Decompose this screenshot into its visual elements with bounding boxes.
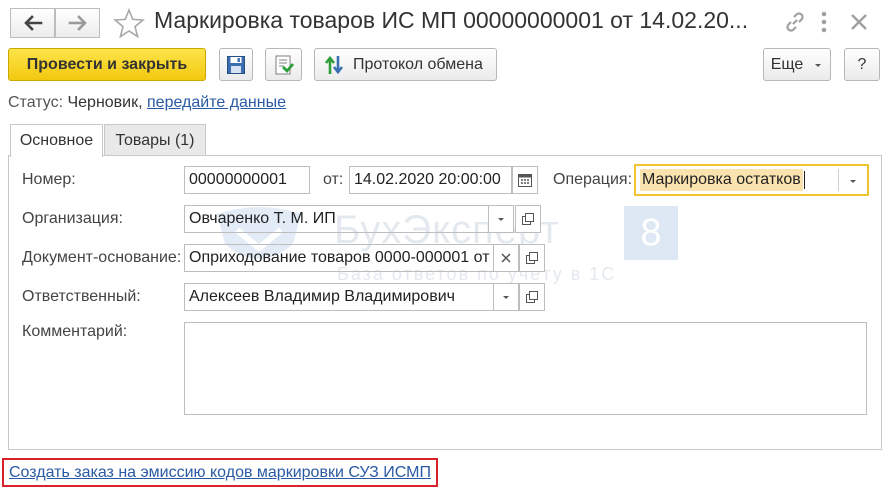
exchange-arrows-icon [324,55,344,74]
clear-icon [501,253,511,263]
back-button[interactable] [10,8,55,38]
exchange-log-button[interactable]: Протокол обмена [314,48,497,81]
link-button[interactable] [783,10,807,39]
open-form-icon [526,291,538,303]
organization-label: Организация: [22,210,123,227]
close-window-button[interactable] [847,10,871,39]
operation-select[interactable]: Маркировка остатков [634,164,869,196]
base-document-field[interactable]: Оприходование товаров 0000-000001 от [184,244,494,272]
number-field[interactable]: 00000000001 [184,166,310,194]
transmit-data-link[interactable]: передайте данные [147,94,286,111]
more-menu-button[interactable]: Еще [763,48,831,81]
create-emission-order-link[interactable]: Создать заказ на эмиссию кодов маркировк… [9,464,431,482]
vertical-dots-icon [821,11,827,33]
more-actions-button[interactable] [818,10,830,39]
dropdown-arrow-icon [815,63,822,67]
responsible-dropdown-button[interactable] [493,283,519,311]
responsible-open-button[interactable] [519,283,545,311]
responsible-label: Ответственный: [22,288,141,305]
calendar-icon [518,174,532,187]
save-button[interactable] [219,48,253,81]
link-icon [786,12,804,32]
exchange-log-label: Протокол обмена [353,55,483,73]
open-form-icon [526,252,538,264]
select-divider [838,169,839,191]
number-label: Номер: [22,171,76,188]
close-icon [851,14,867,30]
window-title: Маркировка товаров ИС МП 00000000001 от … [154,7,749,33]
post-and-close-button[interactable]: Провести и закрыть [8,48,206,81]
comment-label: Комментарий: [22,323,128,340]
dropdown-arrow-icon [503,296,509,299]
text-cursor [803,171,805,189]
arrow-left-icon [23,15,42,31]
dropdown-arrow-icon [850,180,856,183]
organization-field[interactable]: Овчаренко Т. М. ИП [184,205,489,233]
base-document-label: Документ-основание: [22,249,182,266]
responsible-field[interactable]: Алексеев Владимир Владимирович [184,283,494,311]
arrow-right-icon [68,15,87,31]
tab-goods[interactable]: Товары (1) [104,124,206,156]
tab-main[interactable]: Основное [10,124,103,157]
date-label: от: [323,171,344,188]
status-label: Статус: [8,94,64,111]
base-document-open-button[interactable] [519,244,545,272]
calendar-button[interactable] [512,166,538,194]
main-tab-panel: БухЭксперт 8 База ответов по учёту в 1С … [8,155,882,450]
create-order-link-frame: Создать заказ на эмиссию кодов маркировк… [2,458,438,487]
operation-value: Маркировка остатков [640,169,803,191]
star-icon [112,7,146,39]
post-button[interactable] [265,48,302,81]
favorite-star-button[interactable] [112,7,146,43]
floppy-disk-icon [227,55,245,74]
organization-open-button[interactable] [515,205,541,233]
date-field[interactable]: 14.02.2020 20:00:00 [349,166,512,194]
comment-textarea[interactable] [184,322,867,415]
open-form-icon [522,213,534,225]
status-value: Черновик, [67,94,143,111]
organization-dropdown-button[interactable] [488,205,514,233]
operation-label: Операция: [553,171,633,188]
post-document-icon [275,55,294,74]
watermark-badge: 8 [624,206,678,260]
more-menu-label: Еще [770,55,804,73]
base-document-clear-button[interactable] [493,244,519,272]
help-button[interactable]: ? [844,48,880,81]
dropdown-arrow-icon [498,218,504,221]
forward-button[interactable] [55,8,100,38]
status-line: Статус: Черновик, передайте данные [8,94,286,112]
